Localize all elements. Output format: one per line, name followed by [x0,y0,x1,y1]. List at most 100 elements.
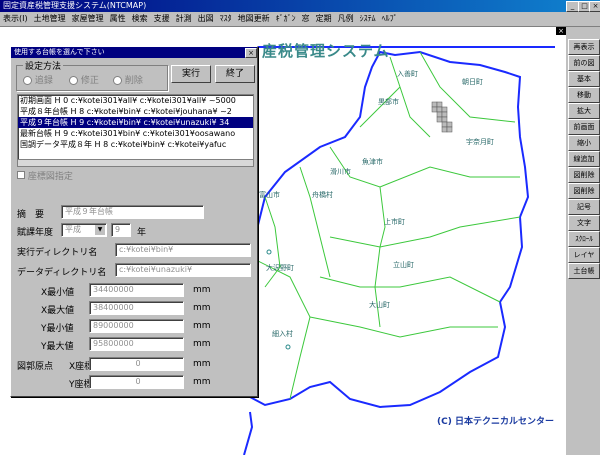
toolbar-delete-figure-2[interactable]: 図削除 [568,183,600,199]
menu-support[interactable]: 支援 [151,12,173,26]
run-button[interactable]: 実行 [171,65,211,83]
menu-help[interactable]: ﾍﾙﾌﾟ [379,12,401,26]
origin-label: 図郭原点 [17,362,54,372]
prefecture-outline [243,46,555,455]
x-min-label: X最小値 [41,288,75,298]
place-osawano: 大沢野町 [266,264,294,272]
ledger-item[interactable]: 初期画面 H 0 c:¥kotei301¥all¥ c:¥kotei301¥al… [18,95,253,106]
menu-house[interactable]: 家屋管理 [69,12,107,26]
dialog-title: 使用する台帳を選んで下さい [14,48,105,56]
ledger-item[interactable]: 平成８年台帳 H 8 c:¥kotei¥bin¥ c:¥kotei¥jouhan… [18,106,253,117]
toolbar-prev-screen[interactable]: 前画面 [568,119,600,135]
coord-checkbox-label: 座標図指定 [27,172,73,182]
place-hosoiri: 細入村 [272,330,293,338]
place-unazuki: 宇奈月町 [466,138,494,146]
place-toyama: 富山市 [259,191,280,199]
ledger-item-selected[interactable]: 平成９年台帳 H 9 c:¥kotei¥bin¥ c:¥kotei¥unazuk… [18,117,253,128]
x-max-label: X最大値 [41,306,75,316]
radio-icon [113,76,122,85]
y-max-unit: mm [193,339,211,349]
menu-periodic[interactable]: 定期 [313,12,335,26]
x-min-field[interactable]: 34400000 [89,283,184,297]
menu-window[interactable]: 窓 [299,12,313,26]
menu-output[interactable]: 出図 [195,12,217,26]
end-button[interactable]: 終了 [215,65,255,83]
checkbox-icon [17,171,25,179]
ledger-item[interactable]: 国調データ平成８年 H 8 c:¥kotei¥bin¥ c:¥kotei¥yaf… [18,139,253,150]
x-coord-field[interactable]: 0 [89,357,184,371]
toolbar-text[interactable]: 文字 [568,215,600,231]
place-asahi: 朝日町 [462,78,483,86]
menu-system[interactable]: ｼｽﾃﾑ [357,12,379,26]
method-label: 設定方法 [23,59,64,72]
place-namerikawa: 滑川市 [330,168,351,176]
y-min-field[interactable]: 89000000 [89,319,184,333]
toolbar-redraw[interactable]: 再表示 [568,39,600,55]
toolbar-basic[interactable]: 基本 [568,71,600,87]
list-hscrollbar[interactable] [17,159,254,167]
place-tateyama: 立山町 [393,261,414,269]
summary-label: 摘 要 [17,210,45,220]
exec-dir-label: 実行ディレクトリ名 [17,248,98,258]
coord-checkbox[interactable]: 座標図指定 [17,169,73,182]
option-edit-label: 修正 [80,76,99,86]
option-delete-label: 削除 [124,76,143,86]
place-kamiichi: 上市町 [384,218,405,226]
copyright-text: (C) 日本テクニカルセンター [437,417,554,427]
y-max-label: Y最大値 [41,342,74,352]
x-min-unit: mm [193,285,211,295]
data-dir-label: データディレクトリ名 [17,268,107,278]
year-unit: 年 [137,228,147,238]
toolbar-add-line[interactable]: 線追加 [568,151,600,167]
menu-search[interactable]: 検索 [129,12,151,26]
toolbar-zoom-in[interactable]: 拡大 [568,103,600,119]
menu-land[interactable]: 土地管理 [31,12,69,26]
dialog-title-bar: 使用する台帳を選んで下さい × [11,47,257,58]
year-label: 賦課年度 [17,228,54,238]
toolbar-layer[interactable]: レイヤ [568,247,600,263]
ledger-list[interactable]: 初期画面 H 0 c:¥kotei301¥all¥ c:¥kotei301¥al… [17,94,254,160]
menu-attribute[interactable]: 属性 [107,12,129,26]
map-close-icon[interactable]: × [556,27,566,35]
right-toolbar: 再表示 前の図 基本 移動 拡大 前画面 縮小 線追加 図削除 図削除 記号 文… [566,27,600,455]
menu-legend[interactable]: 凡例 [335,12,357,26]
dialog-close-button[interactable]: × [245,48,257,58]
y-max-field[interactable]: 95800000 [89,337,184,351]
menu-master[interactable]: ﾏｽﾀ [217,12,235,26]
option-delete[interactable]: 削除 [113,73,143,86]
window-title-bar: 固定資産税管理支援システム(NTCMAP) _ □ × [0,0,600,12]
menu-measure[interactable]: 計測 [173,12,195,26]
exec-dir-field[interactable]: c:¥kotei¥bin¥ [115,243,251,257]
summary-field[interactable]: 平成９年台帳 [61,205,204,219]
chevron-down-icon[interactable]: ▼ [95,225,105,235]
x-max-unit: mm [193,303,211,313]
menu-display[interactable]: 表示(I) [0,12,31,26]
x-coord-unit: mm [193,359,211,369]
option-add[interactable]: 追録 [23,73,53,86]
toolbar-prev-map[interactable]: 前の図 [568,55,600,71]
year-field[interactable]: 9 [111,223,131,237]
menu-gigan[interactable]: ｷﾞｶﾞﾝ [273,12,299,26]
toolbar-zoom-out[interactable]: 縮小 [568,135,600,151]
toolbar-land-ledger[interactable]: 土台帳 [568,263,600,279]
radio-icon [23,76,32,85]
place-kurobe: 黒部市 [378,98,399,106]
toolbar-move[interactable]: 移動 [568,87,600,103]
data-dir-field[interactable]: c:¥kotei¥unazuki¥ [115,263,251,277]
close-button[interactable]: × [589,1,600,12]
toolbar-delete-figure[interactable]: 図削除 [568,167,600,183]
y-coord-unit: mm [193,377,211,387]
option-edit[interactable]: 修正 [69,73,99,86]
place-uozu: 魚津市 [362,158,383,166]
x-max-field[interactable]: 38400000 [89,301,184,315]
menu-map-update[interactable]: 地図更新 [235,12,273,26]
toolbar-scroll[interactable]: ｽｸﾛｰﾙ [568,231,600,247]
era-select[interactable]: 平成 ▼ [61,223,107,237]
map-title: 産税管理システム [262,42,390,60]
window-title: 固定資産税管理支援システム(NTCMAP) [3,1,147,10]
toolbar-symbol[interactable]: 記号 [568,199,600,215]
place-oyama: 大山町 [369,301,390,309]
y-coord-field[interactable]: 0 [89,375,184,389]
option-add-label: 追録 [34,76,53,86]
ledger-item[interactable]: 最新台帳 H 9 c:¥kotei301¥bin¥ c:¥kotei301¥oo… [18,128,253,139]
